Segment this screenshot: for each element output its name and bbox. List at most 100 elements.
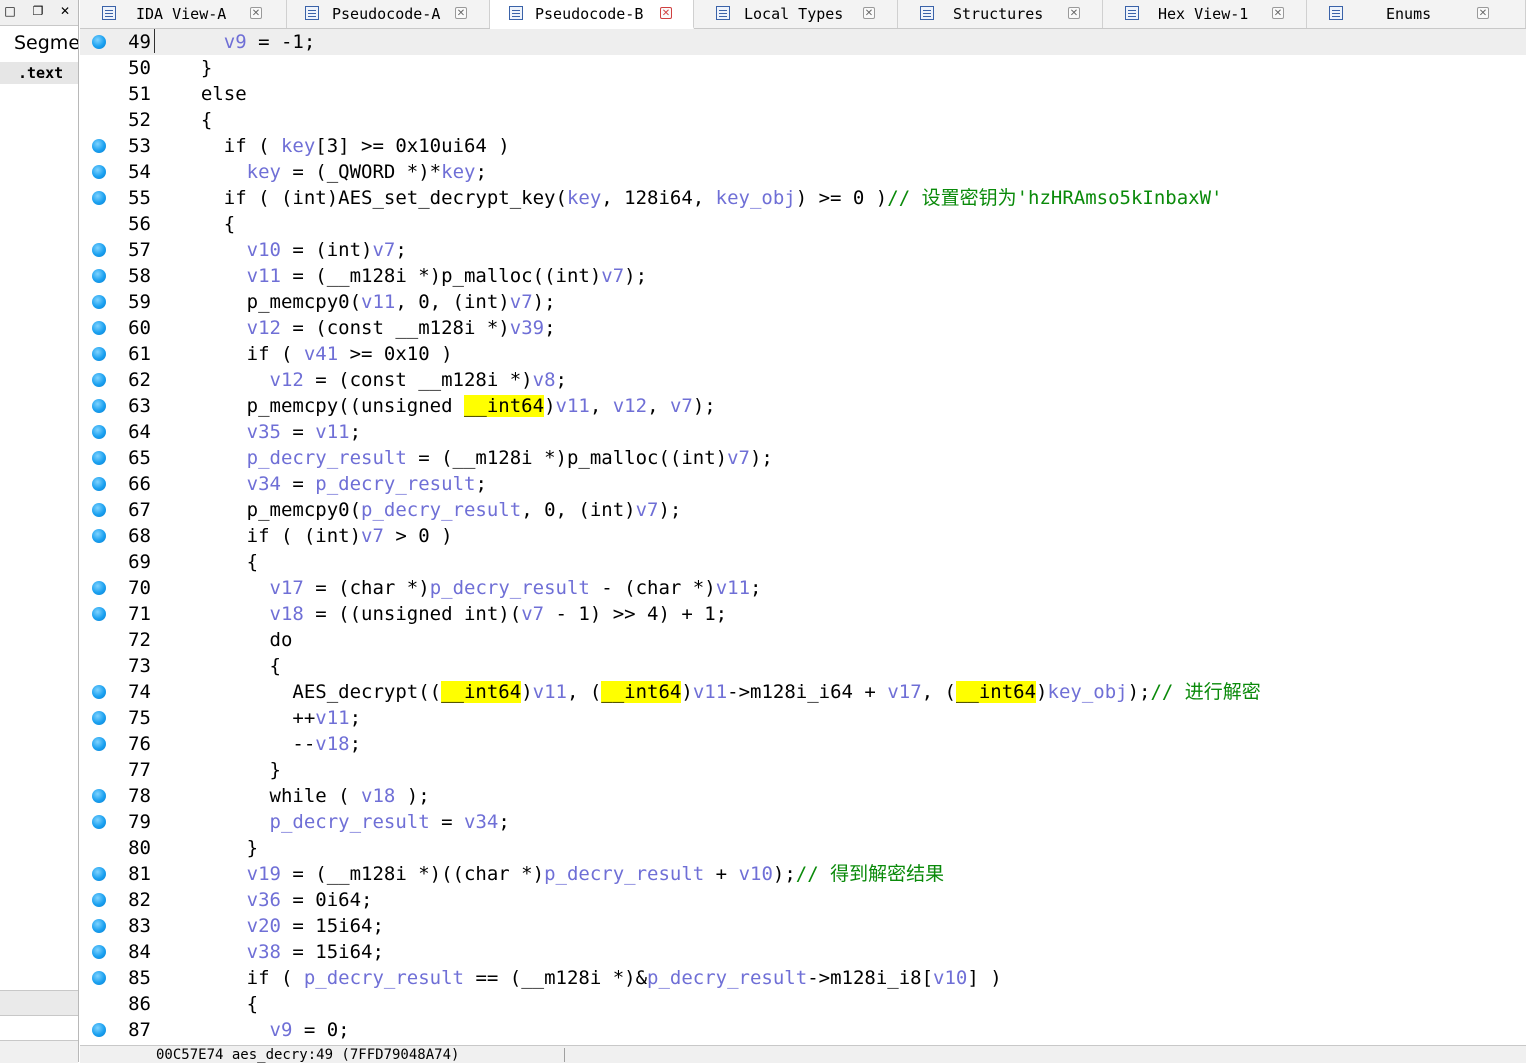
code-variable[interactable]: v41 [304,343,338,365]
code-variable[interactable]: v18 [270,603,304,625]
code-line[interactable]: 61 if ( v41 >= 0x10 ) [80,341,1526,367]
code-text[interactable]: v9 = -1; [178,30,316,54]
code-text[interactable]: { [178,992,258,1016]
code-line[interactable]: 60 v12 = (const __m128i *)v39; [80,315,1526,341]
code-text[interactable]: v9 = 0; [178,1018,350,1042]
code-variable[interactable]: v7 [601,265,624,287]
highlighted-token[interactable]: __int64 [441,681,522,703]
code-text[interactable]: v35 = v11; [178,420,361,444]
code-line[interactable]: 67 p_memcpy0(p_decry_result, 0, (int)v7)… [80,497,1526,523]
code-text[interactable]: v19 = (__m128i *)((char *)p_decry_result… [178,862,944,886]
code-line[interactable]: 49 v9 = -1; [80,29,1526,55]
close-tab-icon[interactable]: ✕ [1477,7,1489,19]
breakpoint-dot-icon[interactable] [92,789,106,803]
code-variable[interactable]: v7 [510,291,533,313]
code-text[interactable]: p_memcpy((unsigned __int64)v11, v12, v7)… [178,394,716,418]
code-variable[interactable]: v18 [315,733,349,755]
code-line[interactable]: 72 do [80,627,1526,653]
code-variable[interactable]: v39 [510,317,544,339]
code-variable[interactable]: p_decry_result [304,967,464,989]
code-variable[interactable]: v11 [247,265,281,287]
code-text[interactable]: { [178,108,212,132]
code-variable[interactable]: v7 [521,603,544,625]
code-variable[interactable]: v7 [727,447,750,469]
breakpoint-dot-icon[interactable] [92,1023,106,1037]
code-line[interactable]: 55 if ( (int)AES_set_decrypt_key(key, 12… [80,185,1526,211]
code-variable[interactable]: v7 [372,239,395,261]
code-variable[interactable]: v11 [693,681,727,703]
code-variable[interactable]: v7 [361,525,384,547]
code-variable[interactable]: p_decry_result [247,447,407,469]
code-variable[interactable]: v11 [361,291,395,313]
breakpoint-dot-icon[interactable] [92,971,106,985]
breakpoint-dot-icon[interactable] [92,581,106,595]
code-line[interactable]: 73 { [80,653,1526,679]
code-line[interactable]: 66 v34 = p_decry_result; [80,471,1526,497]
code-line[interactable]: 57 v10 = (int)v7; [80,237,1526,263]
code-line[interactable]: 63 p_memcpy((unsigned __int64)v11, v12, … [80,393,1526,419]
code-text[interactable]: v18 = ((unsigned int)(v7 - 1) >> 4) + 1; [178,602,728,626]
code-text[interactable]: } [178,836,258,860]
code-text[interactable]: v10 = (int)v7; [178,238,407,262]
code-text[interactable]: if ( p_decry_result == (__m128i *)&p_dec… [178,966,1002,990]
code-variable[interactable]: v12 [613,395,647,417]
code-line[interactable]: 83 v20 = 15i64; [80,913,1526,939]
code-variable[interactable]: v17 [270,577,304,599]
breakpoint-dot-icon[interactable] [92,919,106,933]
code-text[interactable]: p_decry_result = (__m128i *)p_malloc((in… [178,446,773,470]
code-line[interactable]: 80 } [80,835,1526,861]
close-tab-icon[interactable]: ✕ [863,7,875,19]
code-line[interactable]: 62 v12 = (const __m128i *)v8; [80,367,1526,393]
code-variable[interactable]: v11 [716,577,750,599]
breakpoint-dot-icon[interactable] [92,165,106,179]
code-text[interactable]: if ( (int)AES_set_decrypt_key(key, 128i6… [178,186,1223,210]
code-line[interactable]: 70 v17 = (char *)p_decry_result - (char … [80,575,1526,601]
code-variable[interactable]: p_decry_result [430,577,590,599]
code-line[interactable]: 84 v38 = 15i64; [80,939,1526,965]
code-line[interactable]: 69 { [80,549,1526,575]
code-line[interactable]: 78 while ( v18 ); [80,783,1526,809]
code-text[interactable]: AES_decrypt((__int64)v11, (__int64)v11->… [178,680,1261,704]
code-text[interactable]: v38 = 15i64; [178,940,384,964]
code-line[interactable]: 76 --v18; [80,731,1526,757]
breakpoint-dot-icon[interactable] [92,425,106,439]
code-variable[interactable]: v10 [247,239,281,261]
code-line[interactable]: 86 { [80,991,1526,1017]
code-variable[interactable]: v34 [464,811,498,833]
code-line[interactable]: 65 p_decry_result = (__m128i *)p_malloc(… [80,445,1526,471]
code-text[interactable]: v34 = p_decry_result; [178,472,487,496]
code-line[interactable]: 64 v35 = v11; [80,419,1526,445]
code-line[interactable]: 71 v18 = ((unsigned int)(v7 - 1) >> 4) +… [80,601,1526,627]
code-variable[interactable]: v20 [247,915,281,937]
code-variable[interactable]: v36 [247,889,281,911]
close-tab-icon[interactable]: ✕ [1272,7,1284,19]
breakpoint-dot-icon[interactable] [92,139,106,153]
code-variable[interactable]: v7 [670,395,693,417]
code-variable[interactable]: v12 [270,369,304,391]
tab-pseudocode-a[interactable]: Pseudocode-A ✕ [287,0,490,28]
breakpoint-dot-icon[interactable] [92,243,106,257]
breakpoint-dot-icon[interactable] [92,945,106,959]
breakpoint-dot-icon[interactable] [92,711,106,725]
tab-structures[interactable]: Structures ✕ [898,0,1103,28]
close-tab-icon[interactable]: ✕ [660,7,672,19]
breakpoint-dot-icon[interactable] [92,373,106,387]
highlighted-token[interactable]: __int64 [955,681,1037,703]
code-variable[interactable]: key [281,135,315,157]
code-text[interactable]: else [178,82,247,106]
code-variable[interactable]: key [441,161,475,183]
code-variable[interactable]: key_obj [716,187,796,209]
highlighted-token[interactable]: __int64 [463,395,545,417]
code-line[interactable]: 54 key = (_QWORD *)*key; [80,159,1526,185]
breakpoint-dot-icon[interactable] [92,737,106,751]
close-icon[interactable]: ✕ [57,3,73,19]
highlighted-token[interactable]: __int64 [601,681,682,703]
breakpoint-dot-icon[interactable] [92,35,106,49]
breakpoint-dot-icon[interactable] [92,347,106,361]
code-text[interactable]: p_decry_result = v34; [178,810,510,834]
code-text[interactable]: if ( v41 >= 0x10 ) [178,342,453,366]
code-line[interactable]: 56 { [80,211,1526,237]
close-tab-icon[interactable]: ✕ [455,7,467,19]
code-text[interactable]: { [178,654,281,678]
code-text[interactable]: v12 = (const __m128i *)v39; [178,316,556,340]
